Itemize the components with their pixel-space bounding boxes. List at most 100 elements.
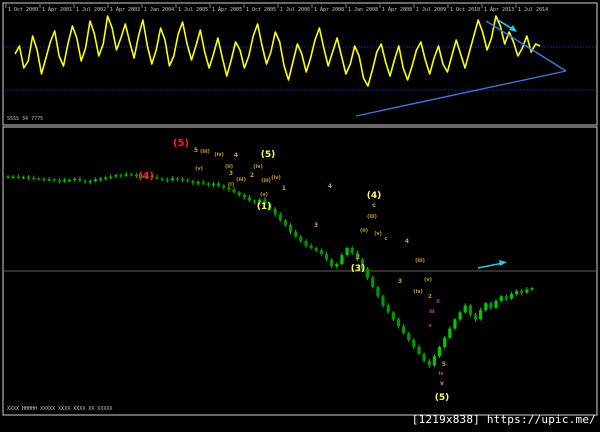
wave-label: 2 bbox=[250, 172, 254, 179]
wave-label: (v) bbox=[424, 277, 432, 283]
price-candle bbox=[366, 268, 370, 278]
wave-label: 5 bbox=[442, 361, 446, 368]
wave-label: (3) bbox=[351, 264, 366, 274]
bottom-panel-label: XXXX HHHHH XXXXX XXXX XXXX XX XXXXX bbox=[7, 406, 112, 412]
price-candle bbox=[396, 319, 400, 327]
price-candle bbox=[47, 179, 51, 181]
price-candle bbox=[458, 312, 462, 320]
price-candle bbox=[381, 296, 385, 306]
wave-label: (ii) bbox=[360, 228, 368, 234]
price-candle bbox=[499, 296, 503, 301]
price-candle bbox=[196, 182, 200, 184]
wave-label: v bbox=[440, 380, 444, 387]
price-candle bbox=[42, 178, 46, 181]
wave-label: 4 bbox=[234, 152, 238, 159]
price-candle bbox=[371, 277, 375, 288]
price-candle bbox=[330, 259, 334, 267]
date-label: 1 Apr 2001 bbox=[42, 7, 72, 13]
price-candle bbox=[407, 333, 411, 341]
price-candle bbox=[468, 305, 472, 315]
price-candle bbox=[335, 264, 339, 267]
date-label: 1 Jul 2009 bbox=[416, 7, 446, 13]
price-candle bbox=[515, 290, 519, 294]
price-candle bbox=[88, 181, 92, 183]
price-candle bbox=[83, 180, 87, 183]
price-candle bbox=[217, 183, 221, 186]
triangle-lower-trendline bbox=[355, 70, 567, 117]
wave-label: c bbox=[385, 236, 388, 242]
date-label: 1 Apr 2005 bbox=[212, 7, 242, 13]
price-candle bbox=[57, 180, 61, 182]
price-candle bbox=[432, 356, 436, 366]
wave-label: (1) bbox=[257, 202, 272, 212]
date-label: 1 Jul 2014 bbox=[518, 7, 548, 13]
price-candle bbox=[484, 303, 488, 311]
wave-label: 4 bbox=[328, 183, 332, 190]
price-candle bbox=[345, 248, 349, 255]
wave-label: iii bbox=[429, 309, 434, 315]
price-candle bbox=[232, 189, 236, 193]
wave-label: 3 bbox=[229, 170, 233, 177]
wave-label: (5) bbox=[261, 150, 276, 160]
price-candle bbox=[98, 178, 103, 180]
price-candle bbox=[463, 305, 467, 313]
price-candle bbox=[124, 174, 128, 176]
price-candle bbox=[525, 289, 529, 293]
watermark-text: [1219x838] https://upic.me/ bbox=[411, 413, 596, 426]
price-candle bbox=[288, 225, 293, 232]
price-candle bbox=[479, 310, 483, 320]
price-candle bbox=[52, 179, 56, 181]
price-candle bbox=[422, 353, 426, 361]
price-candle bbox=[324, 254, 329, 260]
price-candle bbox=[437, 347, 442, 357]
wave-label: (iv) bbox=[271, 175, 281, 181]
wave-label: (v) bbox=[260, 192, 268, 198]
wave-label: (iv) bbox=[413, 289, 423, 295]
price-candle bbox=[191, 181, 195, 183]
wave-label: ii bbox=[436, 299, 440, 305]
price-candle bbox=[165, 179, 169, 181]
price-candle bbox=[93, 179, 97, 182]
triangle-upper-trendline bbox=[485, 20, 567, 72]
wave-label: 2 bbox=[428, 294, 432, 300]
wave-label: (iii) bbox=[236, 177, 246, 183]
wave-label: (4) bbox=[138, 171, 154, 182]
date-label: 1 Jul 2002 bbox=[76, 7, 106, 13]
chart-window: 1 Oct 2000 1 Apr 2001 1 Jul 2002 1 Apr 2003… bbox=[0, 0, 600, 432]
price-candle bbox=[376, 287, 380, 297]
price-candle bbox=[11, 176, 15, 178]
wave-label: (iii) bbox=[200, 149, 210, 155]
price-candle bbox=[283, 220, 287, 225]
wave-label: (v) bbox=[374, 231, 382, 237]
price-candle bbox=[119, 175, 123, 177]
wave-label: c bbox=[372, 202, 376, 209]
wave-label: 1 bbox=[282, 185, 286, 192]
price-candle bbox=[417, 347, 421, 354]
price-candle bbox=[314, 248, 318, 251]
price-candle bbox=[509, 294, 514, 299]
date-label: 1 Oct 2005 bbox=[246, 7, 276, 13]
bottom-arrow-icon bbox=[477, 260, 507, 269]
wave-label: (iv) bbox=[253, 164, 263, 170]
price-candle bbox=[304, 241, 308, 246]
price-candle bbox=[6, 176, 10, 178]
price-candle bbox=[160, 178, 164, 180]
wave-label: (iii) bbox=[367, 214, 377, 220]
price-candle bbox=[37, 178, 41, 180]
wave-count-labels: (4)(5)(5)(1)(4)(3)(5)543 21 432345c(iii) (i… bbox=[138, 138, 449, 403]
wave-label: 5 bbox=[194, 147, 198, 154]
price-candle bbox=[129, 174, 133, 176]
oscillator-series-line bbox=[14, 15, 541, 87]
price-candle bbox=[319, 250, 323, 254]
price-candle bbox=[73, 178, 77, 181]
price-candle bbox=[16, 176, 20, 178]
price-candle bbox=[350, 248, 354, 253]
wave-label: 2 bbox=[356, 254, 360, 261]
top-panel-frame bbox=[2, 2, 598, 126]
wave-label: (4) bbox=[367, 191, 382, 201]
price-candle bbox=[391, 312, 395, 320]
price-candle bbox=[253, 200, 257, 203]
price-candle bbox=[155, 177, 159, 179]
price-candle bbox=[278, 214, 282, 221]
price-candle bbox=[448, 328, 452, 338]
